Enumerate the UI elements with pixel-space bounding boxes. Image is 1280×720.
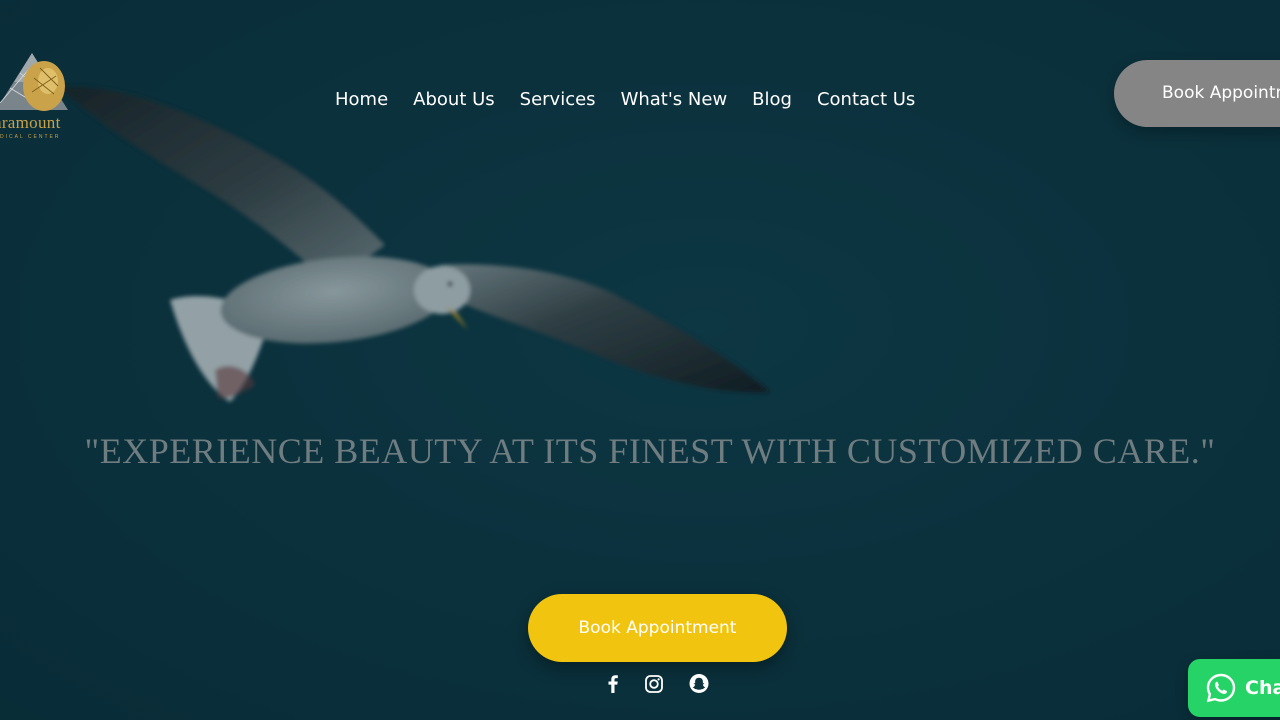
main-nav: Home About Us Services What's New Blog C… [335, 88, 915, 112]
hero-tagline: "EXPERIENCE BEAUTY AT ITS FINEST WITH CU… [84, 431, 1216, 471]
chat-label: Chat [1245, 677, 1280, 699]
social-links [600, 671, 720, 697]
logo-wordmark: aramount [0, 113, 61, 132]
nav-item-contact-us[interactable]: Contact Us [817, 88, 915, 112]
logo-icon[interactable] [0, 48, 96, 148]
hero-book-appointment-button[interactable]: Book Appointment [528, 594, 787, 662]
whatsapp-icon [1206, 673, 1236, 703]
nav-item-about-us[interactable]: About Us [413, 88, 495, 112]
instagram-icon[interactable] [641, 671, 667, 697]
snapchat-icon[interactable] [686, 671, 712, 697]
nav-item-blog[interactable]: Blog [752, 88, 792, 112]
header-book-appointment-button[interactable]: Book Appointment [1114, 60, 1280, 127]
nav-item-whats-new[interactable]: What's New [621, 88, 728, 112]
nav-item-services[interactable]: Services [520, 88, 596, 112]
facebook-icon[interactable] [600, 671, 626, 697]
logo-subtitle: DICAL CENTER [0, 134, 61, 140]
nav-item-home[interactable]: Home [335, 88, 388, 112]
whatsapp-chat-button[interactable]: Chat [1188, 659, 1280, 717]
landing-page: aramount DICAL CENTER Home About Us Serv… [0, 0, 1280, 720]
